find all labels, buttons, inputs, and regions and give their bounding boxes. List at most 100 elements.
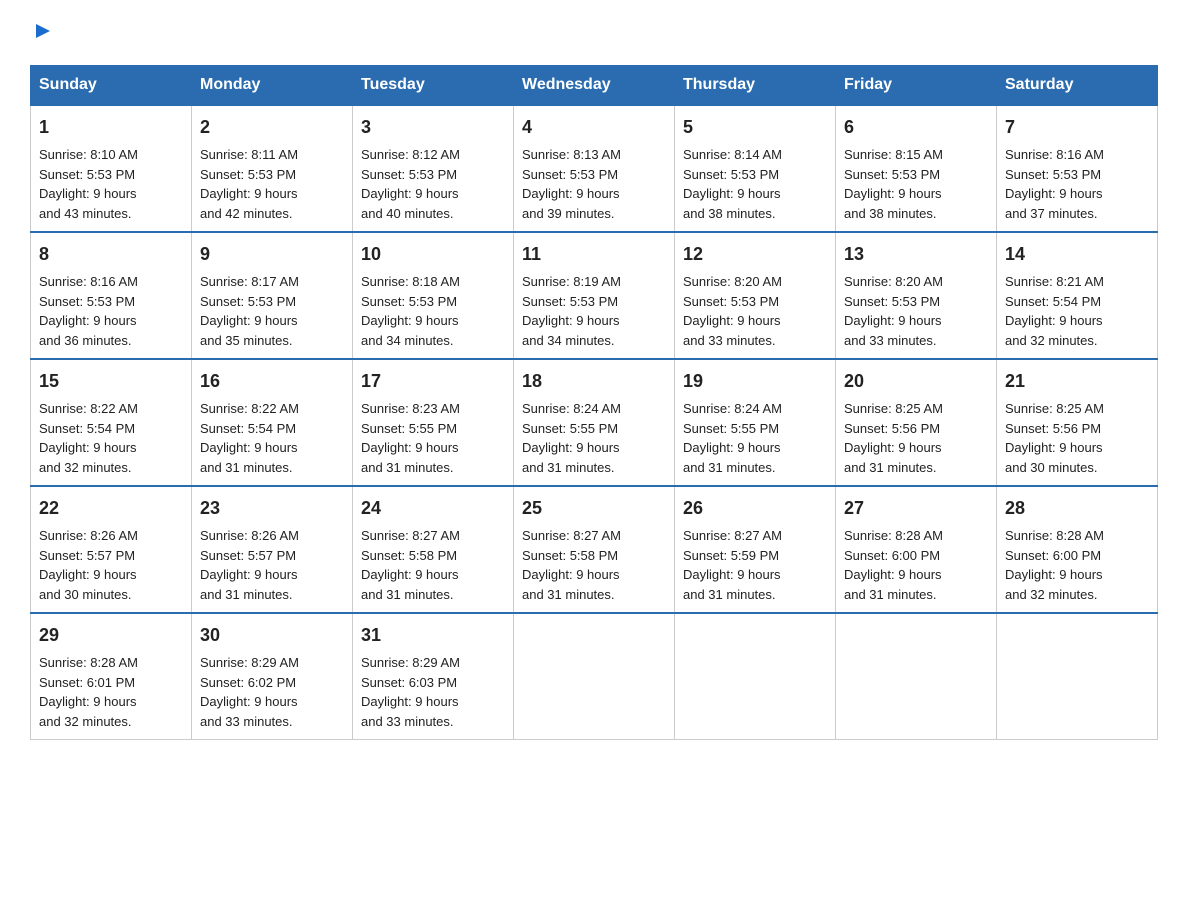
day-info: Sunrise: 8:13 AMSunset: 5:53 PMDaylight:… bbox=[522, 147, 621, 221]
day-info: Sunrise: 8:23 AMSunset: 5:55 PMDaylight:… bbox=[361, 401, 460, 475]
day-number: 10 bbox=[361, 241, 505, 268]
calendar-table: SundayMondayTuesdayWednesdayThursdayFrid… bbox=[30, 65, 1158, 740]
day-number: 30 bbox=[200, 622, 344, 649]
calendar-week-row: 8 Sunrise: 8:16 AMSunset: 5:53 PMDaylight… bbox=[31, 232, 1158, 359]
day-info: Sunrise: 8:28 AMSunset: 6:01 PMDaylight:… bbox=[39, 655, 138, 729]
calendar-cell: 26 Sunrise: 8:27 AMSunset: 5:59 PMDayligh… bbox=[675, 486, 836, 613]
calendar-cell: 27Sunrise: 8:28 AMSunset: 6:00 PMDayligh… bbox=[836, 486, 997, 613]
day-number: 4 bbox=[522, 114, 666, 141]
day-info: Sunrise: 8:14 AMSunset: 5:53 PMDaylight:… bbox=[683, 147, 782, 221]
day-info: Sunrise: 8:27 AMSunset: 5:59 PMDaylight:… bbox=[683, 528, 782, 602]
day-info: Sunrise: 8:15 AMSunset: 5:53 PMDaylight:… bbox=[844, 147, 943, 221]
calendar-week-row: 1 Sunrise: 8:10 AMSunset: 5:53 PMDaylight… bbox=[31, 105, 1158, 232]
day-info: Sunrise: 8:28 AMSunset: 6:00 PMDaylight:… bbox=[844, 528, 943, 602]
day-number: 11 bbox=[522, 241, 666, 268]
day-number: 22 bbox=[39, 495, 183, 522]
calendar-week-row: 29 Sunrise: 8:28 AMSunset: 6:01 PMDayligh… bbox=[31, 613, 1158, 740]
day-info: Sunrise: 8:11 AMSunset: 5:53 PMDaylight:… bbox=[200, 147, 298, 221]
logo bbox=[30, 20, 54, 47]
day-number: 21 bbox=[1005, 368, 1149, 395]
column-header-monday: Monday bbox=[192, 66, 353, 106]
calendar-cell: 31 Sunrise: 8:29 AMSunset: 6:03 PMDayligh… bbox=[353, 613, 514, 740]
day-info: Sunrise: 8:22 AMSunset: 5:54 PMDaylight:… bbox=[39, 401, 138, 475]
day-info: Sunrise: 8:10 AMSunset: 5:53 PMDaylight:… bbox=[39, 147, 138, 221]
day-number: 8 bbox=[39, 241, 183, 268]
calendar-cell: 1 Sunrise: 8:10 AMSunset: 5:53 PMDaylight… bbox=[31, 105, 192, 232]
calendar-cell: 9 Sunrise: 8:17 AMSunset: 5:53 PMDaylight… bbox=[192, 232, 353, 359]
column-header-saturday: Saturday bbox=[997, 66, 1158, 106]
day-number: 29 bbox=[39, 622, 183, 649]
day-number: 7 bbox=[1005, 114, 1149, 141]
calendar-week-row: 22 Sunrise: 8:26 AMSunset: 5:57 PMDayligh… bbox=[31, 486, 1158, 613]
day-number: 20 bbox=[844, 368, 988, 395]
day-info: Sunrise: 8:29 AMSunset: 6:03 PMDaylight:… bbox=[361, 655, 460, 729]
day-info: Sunrise: 8:21 AMSunset: 5:54 PMDaylight:… bbox=[1005, 274, 1104, 348]
calendar-cell: 22 Sunrise: 8:26 AMSunset: 5:57 PMDayligh… bbox=[31, 486, 192, 613]
calendar-cell bbox=[514, 613, 675, 740]
day-info: Sunrise: 8:16 AMSunset: 5:53 PMDaylight:… bbox=[39, 274, 138, 348]
logo-arrow-icon bbox=[32, 20, 54, 47]
calendar-cell: 17 Sunrise: 8:23 AMSunset: 5:55 PMDayligh… bbox=[353, 359, 514, 486]
day-number: 16 bbox=[200, 368, 344, 395]
day-number: 6 bbox=[844, 114, 988, 141]
calendar-cell: 29 Sunrise: 8:28 AMSunset: 6:01 PMDayligh… bbox=[31, 613, 192, 740]
calendar-cell: 15 Sunrise: 8:22 AMSunset: 5:54 PMDayligh… bbox=[31, 359, 192, 486]
calendar-week-row: 15 Sunrise: 8:22 AMSunset: 5:54 PMDayligh… bbox=[31, 359, 1158, 486]
day-number: 25 bbox=[522, 495, 666, 522]
day-info: Sunrise: 8:12 AMSunset: 5:53 PMDaylight:… bbox=[361, 147, 460, 221]
day-info: Sunrise: 8:20 AMSunset: 5:53 PMDaylight:… bbox=[683, 274, 782, 348]
day-number: 23 bbox=[200, 495, 344, 522]
day-number: 31 bbox=[361, 622, 505, 649]
calendar-cell: 16Sunrise: 8:22 AMSunset: 5:54 PMDayligh… bbox=[192, 359, 353, 486]
calendar-cell: 12 Sunrise: 8:20 AMSunset: 5:53 PMDayligh… bbox=[675, 232, 836, 359]
day-info: Sunrise: 8:26 AMSunset: 5:57 PMDaylight:… bbox=[39, 528, 138, 602]
day-info: Sunrise: 8:24 AMSunset: 5:55 PMDaylight:… bbox=[522, 401, 621, 475]
day-info: Sunrise: 8:27 AMSunset: 5:58 PMDaylight:… bbox=[522, 528, 621, 602]
column-header-wednesday: Wednesday bbox=[514, 66, 675, 106]
day-number: 14 bbox=[1005, 241, 1149, 268]
calendar-cell: 6 Sunrise: 8:15 AMSunset: 5:53 PMDaylight… bbox=[836, 105, 997, 232]
calendar-cell: 23 Sunrise: 8:26 AMSunset: 5:57 PMDayligh… bbox=[192, 486, 353, 613]
calendar-cell: 14 Sunrise: 8:21 AMSunset: 5:54 PMDayligh… bbox=[997, 232, 1158, 359]
day-info: Sunrise: 8:25 AMSunset: 5:56 PMDaylight:… bbox=[844, 401, 943, 475]
calendar-cell: 25 Sunrise: 8:27 AMSunset: 5:58 PMDayligh… bbox=[514, 486, 675, 613]
column-header-friday: Friday bbox=[836, 66, 997, 106]
day-number: 18 bbox=[522, 368, 666, 395]
day-number: 17 bbox=[361, 368, 505, 395]
calendar-cell bbox=[675, 613, 836, 740]
calendar-cell: 13 Sunrise: 8:20 AMSunset: 5:53 PMDayligh… bbox=[836, 232, 997, 359]
day-number: 24 bbox=[361, 495, 505, 522]
calendar-cell: 20 Sunrise: 8:25 AMSunset: 5:56 PMDayligh… bbox=[836, 359, 997, 486]
page-header bbox=[30, 20, 1158, 47]
calendar-cell: 19 Sunrise: 8:24 AMSunset: 5:55 PMDayligh… bbox=[675, 359, 836, 486]
calendar-cell: 3Sunrise: 8:12 AMSunset: 5:53 PMDaylight… bbox=[353, 105, 514, 232]
calendar-cell: 28Sunrise: 8:28 AMSunset: 6:00 PMDayligh… bbox=[997, 486, 1158, 613]
day-number: 15 bbox=[39, 368, 183, 395]
day-info: Sunrise: 8:17 AMSunset: 5:53 PMDaylight:… bbox=[200, 274, 299, 348]
calendar-cell: 21 Sunrise: 8:25 AMSunset: 5:56 PMDayligh… bbox=[997, 359, 1158, 486]
day-number: 13 bbox=[844, 241, 988, 268]
day-number: 2 bbox=[200, 114, 344, 141]
calendar-cell: 2 Sunrise: 8:11 AMSunset: 5:53 PMDaylight… bbox=[192, 105, 353, 232]
calendar-cell: 18 Sunrise: 8:24 AMSunset: 5:55 PMDayligh… bbox=[514, 359, 675, 486]
day-number: 1 bbox=[39, 114, 183, 141]
day-info: Sunrise: 8:20 AMSunset: 5:53 PMDaylight:… bbox=[844, 274, 943, 348]
column-header-thursday: Thursday bbox=[675, 66, 836, 106]
day-number: 12 bbox=[683, 241, 827, 268]
calendar-cell: 24 Sunrise: 8:27 AMSunset: 5:58 PMDayligh… bbox=[353, 486, 514, 613]
day-info: Sunrise: 8:24 AMSunset: 5:55 PMDaylight:… bbox=[683, 401, 782, 475]
calendar-cell bbox=[836, 613, 997, 740]
day-number: 9 bbox=[200, 241, 344, 268]
day-info: Sunrise: 8:25 AMSunset: 5:56 PMDaylight:… bbox=[1005, 401, 1104, 475]
day-number: 26 bbox=[683, 495, 827, 522]
day-number: 28 bbox=[1005, 495, 1149, 522]
calendar-cell: 5Sunrise: 8:14 AMSunset: 5:53 PMDaylight… bbox=[675, 105, 836, 232]
day-number: 19 bbox=[683, 368, 827, 395]
day-info: Sunrise: 8:27 AMSunset: 5:58 PMDaylight:… bbox=[361, 528, 460, 602]
day-info: Sunrise: 8:26 AMSunset: 5:57 PMDaylight:… bbox=[200, 528, 299, 602]
calendar-cell: 10 Sunrise: 8:18 AMSunset: 5:53 PMDayligh… bbox=[353, 232, 514, 359]
column-header-sunday: Sunday bbox=[31, 66, 192, 106]
day-info: Sunrise: 8:29 AMSunset: 6:02 PMDaylight:… bbox=[200, 655, 299, 729]
day-info: Sunrise: 8:18 AMSunset: 5:53 PMDaylight:… bbox=[361, 274, 460, 348]
calendar-cell bbox=[997, 613, 1158, 740]
